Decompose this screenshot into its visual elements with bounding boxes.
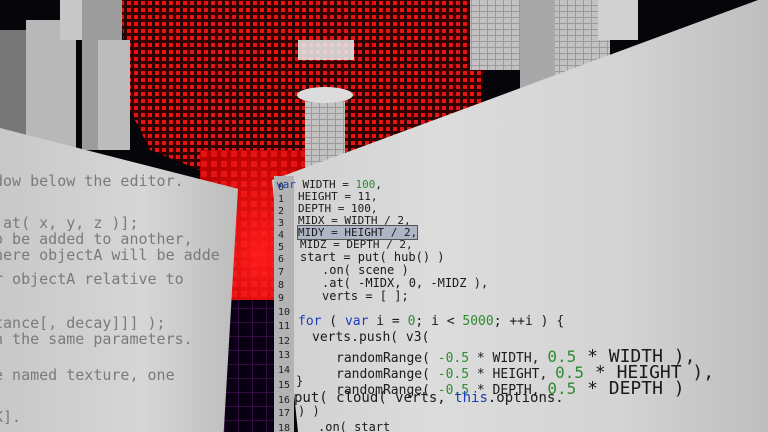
code-line-17: put( cloud( verts, this.options. <box>294 390 564 406</box>
line-number: 11 <box>278 321 291 332</box>
line-number: 17 <box>278 408 291 419</box>
code-line-12: verts.push( v3( <box>312 330 430 345</box>
doc-line: h the same parameters. <box>0 330 193 348</box>
code-line-7: .on( scene ) <box>322 263 409 277</box>
doc-line: r objectA relative to <box>0 270 184 288</box>
line-number: 8 <box>278 280 285 291</box>
line-number: 7 <box>278 267 285 278</box>
code-line-18: .on( start <box>318 420 391 432</box>
line-number: 16 <box>278 395 291 406</box>
doc-line: e named texture, one <box>0 366 175 384</box>
code-line-11: for ( var i = 0; i < 5000; ++i ) { <box>298 314 565 329</box>
code-line-6: start = put( hub() ) <box>300 250 445 264</box>
code-line-17b: ) ) <box>298 404 320 418</box>
line-number: 2 <box>278 206 285 217</box>
text-cursor <box>417 227 419 239</box>
code-line-9: verts = [ ]; <box>322 289 409 303</box>
line-number: 12 <box>278 336 291 347</box>
line-number-gutter: 0 1 2 3 4 5 6 7 8 9 10 11 12 13 14 15 16… <box>274 176 294 432</box>
line-number: 3 <box>278 218 285 229</box>
doc-line: here objectA will be adde <box>0 246 220 264</box>
line-number: 1 <box>278 194 285 205</box>
line-number: 9 <box>278 293 285 304</box>
line-number: 10 <box>278 307 291 318</box>
line-number: 4 <box>278 230 285 241</box>
line-number: 6 <box>278 254 285 265</box>
doc-line: dow below the editor. <box>0 172 184 190</box>
code-editor[interactable]: 0 1 2 3 4 5 6 7 8 9 10 11 12 13 14 15 16… <box>258 0 768 432</box>
code-line-8: .at( -MIDX, 0, -MIDZ ), <box>322 276 489 290</box>
doc-line: K]. <box>0 408 22 426</box>
line-number: 14 <box>278 365 291 376</box>
line-number: 18 <box>278 423 291 432</box>
line-number: 15 <box>278 380 291 391</box>
line-number: 13 <box>278 350 291 361</box>
code-line-16: } <box>296 374 304 388</box>
line-number: 5 <box>278 242 285 253</box>
keyword: var <box>276 178 296 191</box>
